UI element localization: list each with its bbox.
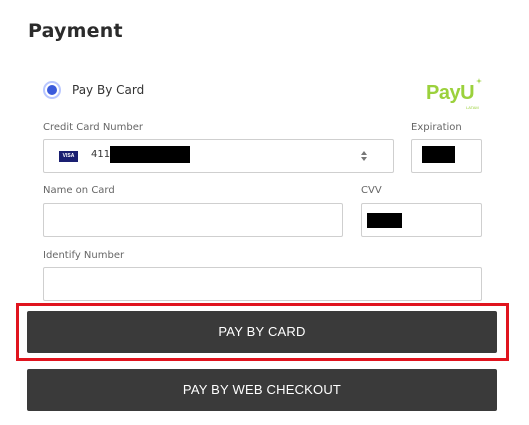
cvv-redaction — [367, 213, 402, 228]
name-on-card-input[interactable] — [43, 203, 343, 237]
radio-selected-dot — [47, 85, 57, 95]
expiration-input[interactable] — [411, 139, 482, 173]
payment-page: Payment Pay By Card PayU LATAM Credit Ca… — [0, 0, 529, 425]
payu-logo-text: PayU — [426, 82, 475, 104]
cvv-input[interactable] — [361, 203, 482, 237]
up-down-arrows-icon[interactable] — [360, 150, 368, 162]
pay-by-card-label[interactable]: Pay By Card — [72, 83, 144, 97]
expiration-label: Expiration — [411, 122, 462, 133]
card-number-label: Credit Card Number — [43, 122, 143, 133]
card-number-input[interactable]: VISA 4111 — [43, 139, 394, 173]
identify-number-label: Identify Number — [43, 250, 125, 261]
payu-sparkle-icon — [476, 78, 482, 84]
identify-number-input[interactable] — [43, 267, 482, 301]
card-number-redaction — [110, 146, 190, 163]
pay-by-card-radio[interactable] — [43, 81, 61, 99]
payu-logo: PayU LATAM — [426, 78, 484, 112]
pay-by-web-checkout-button[interactable]: PAY BY WEB CHECKOUT — [27, 369, 497, 411]
payu-logo-subtext: LATAM — [466, 105, 479, 110]
name-on-card-label: Name on Card — [43, 185, 115, 196]
expiration-redaction — [422, 146, 455, 163]
page-title: Payment — [28, 20, 123, 42]
highlight-box — [16, 303, 509, 361]
cvv-label: CVV — [361, 185, 382, 196]
visa-icon: VISA — [59, 151, 78, 162]
